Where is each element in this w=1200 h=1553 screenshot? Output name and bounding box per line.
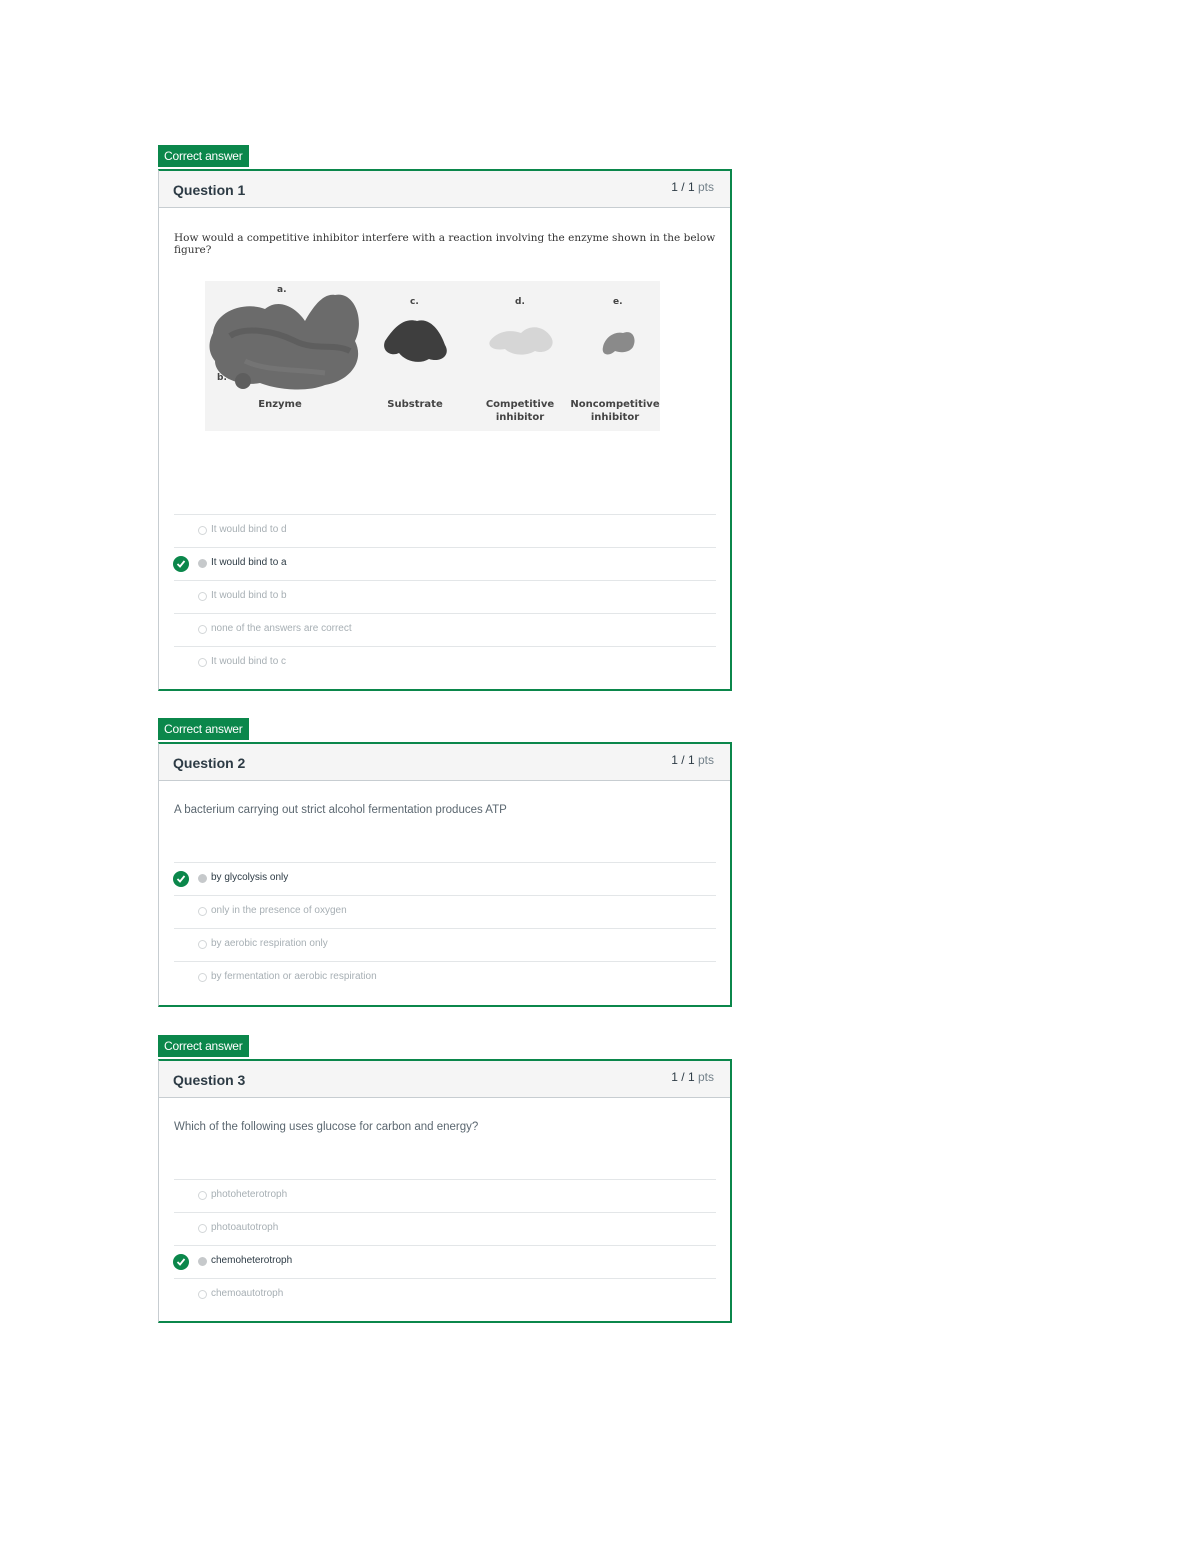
question-header: Question 2 1 / 1 pts [159,744,730,781]
score-unit: pts [697,1070,714,1084]
score-value: 1 / 1 [671,753,695,767]
question-text: A bacterium carrying out strict alcohol … [174,804,507,816]
question-2: Correct answer Question 2 1 / 1 pts A ba… [158,718,732,1008]
correct-answer-badge: Correct answer [158,145,249,167]
answer-option-selected[interactable]: by glycolysis only [173,862,716,895]
figure-label-competitive-inhibitor: Competitive inhibitor [485,399,555,423]
question-text: How would a competitive inhibitor interf… [174,232,716,256]
answer-label: photoheterotroph [211,1189,288,1200]
answer-option-selected[interactable]: chemoheterotroph [173,1245,716,1278]
radio-icon[interactable] [198,973,207,982]
answer-option[interactable]: It would bind to d [174,514,716,547]
answer-option[interactable]: none of the answers are correct [174,613,716,646]
answer-list: photoheterotroph photoautotroph chemohet… [173,1179,716,1311]
score-unit: pts [697,753,714,767]
answer-label: chemoautotroph [211,1288,284,1299]
score-value: 1 / 1 [671,180,695,194]
question-text: Which of the following uses glucose for … [174,1121,479,1133]
correct-answer-badge: Correct answer [158,718,249,740]
score-value: 1 / 1 [671,1070,695,1084]
figure-letter-d: d. [515,297,525,307]
correct-answer-badge: Correct answer [158,1035,249,1057]
answer-option[interactable]: It would bind to c [174,646,716,679]
radio-icon[interactable] [198,526,207,535]
question-header: Question 1 1 / 1 pts [159,171,730,208]
answer-label: It would bind to b [211,590,287,601]
question-score: 1 / 1 pts [671,753,714,767]
question-header: Question 3 1 / 1 pts [159,1061,730,1098]
answer-option[interactable]: chemoautotroph [174,1278,716,1311]
radio-icon[interactable] [198,592,207,601]
answer-label: It would bind to c [211,656,287,667]
question-card: Question 1 1 / 1 pts How would a competi… [158,169,732,691]
answer-label: none of the answers are correct [211,623,352,634]
figure-letter-e: e. [613,297,623,307]
answer-option[interactable]: only in the presence of oxygen [174,895,716,928]
radio-icon[interactable] [198,1224,207,1233]
figure-letter-c: c. [410,297,419,307]
answer-label: by glycolysis only [211,872,289,883]
radio-icon[interactable] [198,907,207,916]
check-circle-icon [173,871,189,887]
question-title: Question 2 [173,755,246,771]
question-3: Correct answer Question 3 1 / 1 pts Whic… [158,1035,732,1325]
answer-label: It would bind to a [211,557,287,568]
answer-option[interactable]: It would bind to b [174,580,716,613]
check-circle-icon [173,556,189,572]
radio-icon[interactable] [198,940,207,949]
question-title: Question 1 [173,182,246,198]
question-score: 1 / 1 pts [671,180,714,194]
answer-label: by aerobic respiration only [211,938,328,949]
score-unit: pts [697,180,714,194]
question-card: Question 2 1 / 1 pts A bacterium carryin… [158,742,732,1007]
question-title: Question 3 [173,1072,246,1088]
question-card: Question 3 1 / 1 pts Which of the follow… [158,1059,732,1323]
radio-icon[interactable] [198,559,207,568]
figure-label-substrate: Substrate [387,399,443,410]
answer-option[interactable]: photoautotroph [174,1212,716,1245]
question-1: Correct answer Question 1 1 / 1 pts How … [158,145,732,691]
radio-icon[interactable] [198,874,207,883]
radio-icon[interactable] [198,1191,207,1200]
figure-label-noncompetitive-inhibitor: Noncompetitive inhibitor [570,399,660,423]
answer-list: It would bind to d It would bind to a It… [173,514,716,679]
radio-icon[interactable] [198,658,207,667]
answer-label: only in the presence of oxygen [211,905,347,916]
figure-label-enzyme: Enzyme [258,399,302,410]
answer-label: It would bind to d [211,524,287,535]
radio-icon[interactable] [198,1290,207,1299]
answer-option[interactable]: by aerobic respiration only [174,928,716,961]
answer-list: by glycolysis only only in the presence … [173,862,716,994]
answer-label: chemoheterotroph [211,1255,293,1266]
enzyme-figure: a. b. c. d. e. Enzyme Substrate Competit… [205,281,665,431]
answer-option[interactable]: by fermentation or aerobic respiration [174,961,716,994]
question-score: 1 / 1 pts [671,1070,714,1084]
check-circle-icon [173,1254,189,1270]
answer-label: by fermentation or aerobic respiration [211,971,377,982]
figure-letter-b: b. [217,373,227,383]
answer-option-selected[interactable]: It would bind to a [173,547,716,580]
radio-icon[interactable] [198,1257,207,1266]
figure-letter-a: a. [277,285,287,295]
answer-option[interactable]: photoheterotroph [174,1179,716,1212]
radio-icon[interactable] [198,625,207,634]
answer-label: photoautotroph [211,1222,279,1233]
